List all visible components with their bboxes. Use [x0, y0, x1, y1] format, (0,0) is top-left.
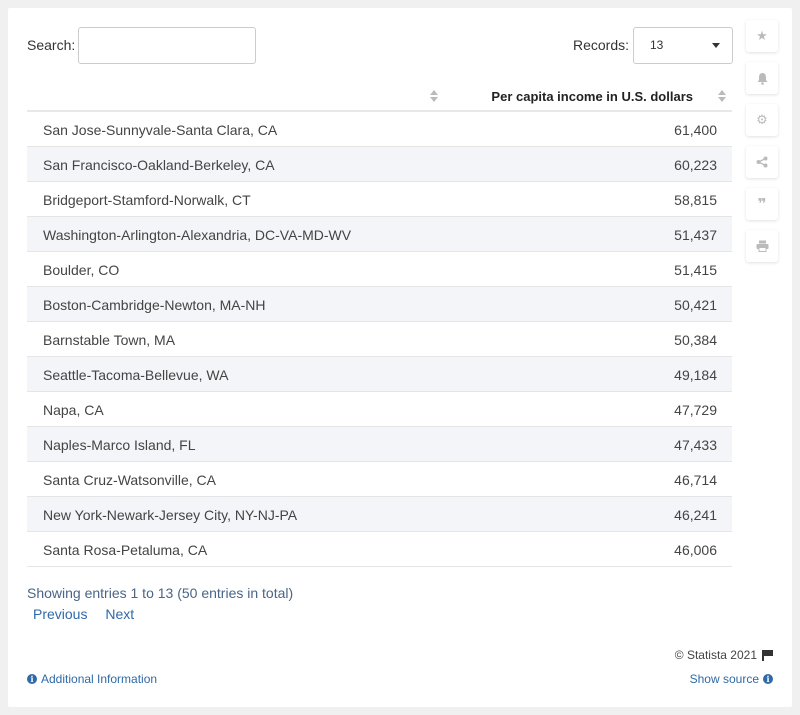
cell-metro-area: Boston-Cambridge-Newton, MA-NH — [43, 297, 266, 313]
sort-column-1-button[interactable] — [430, 89, 438, 103]
table-row: Seattle-Tacoma-Bellevue, WA 49,184 — [27, 357, 732, 392]
table-row: Naples-Marco Island, FL 47,433 — [27, 427, 732, 462]
sort-icon — [430, 89, 438, 103]
info-icon: i — [763, 674, 773, 684]
side-toolbar: ★ ⚙ ❞ — [746, 20, 778, 272]
bell-icon — [757, 72, 767, 85]
cell-income: 46,714 — [674, 472, 717, 488]
records-value: 13 — [650, 38, 664, 52]
table-row: Boston-Cambridge-Newton, MA-NH 50,421 — [27, 287, 732, 322]
quote-icon: ❞ — [757, 195, 767, 213]
gear-icon: ⚙ — [756, 112, 768, 128]
share-button[interactable] — [746, 146, 778, 178]
print-button[interactable] — [746, 230, 778, 262]
cell-metro-area: New York-Newark-Jersey City, NY-NJ-PA — [43, 507, 298, 523]
cell-metro-area: Boulder, CO — [43, 262, 120, 278]
cell-metro-area: Barnstable Town, MA — [43, 332, 176, 348]
cite-button[interactable]: ❞ — [746, 188, 778, 220]
pagination: Previous Next — [33, 606, 148, 622]
data-table: Per capita income in U.S. dollars San Jo… — [27, 80, 732, 567]
cell-income: 47,729 — [674, 402, 717, 418]
cell-income: 51,437 — [674, 227, 717, 243]
table-row: San Jose-Sunnyvale-Santa Clara, CA 61,400 — [27, 112, 732, 147]
table-body: San Jose-Sunnyvale-Santa Clara, CA 61,400… — [27, 112, 732, 567]
next-button[interactable]: Next — [105, 606, 134, 622]
cell-metro-area: Bridgeport-Stamford-Norwalk, CT — [43, 192, 251, 208]
statistic-card: Search: Records: 13 Per capita income in… — [8, 8, 792, 707]
cell-income: 51,415 — [674, 262, 717, 278]
table-header: Per capita income in U.S. dollars — [27, 80, 732, 112]
table-row: Boulder, CO 51,415 — [27, 252, 732, 287]
cell-metro-area: San Jose-Sunnyvale-Santa Clara, CA — [43, 122, 278, 138]
table-row: San Francisco-Oakland-Berkeley, CA 60,223 — [27, 147, 732, 182]
favorite-button[interactable]: ★ — [746, 20, 778, 52]
table-row: Washington-Arlington-Alexandria, DC-VA-M… — [27, 217, 732, 252]
table-row: Bridgeport-Stamford-Norwalk, CT 58,815 — [27, 182, 732, 217]
records-label: Records: — [573, 37, 630, 53]
chevron-down-icon — [712, 43, 720, 48]
cell-income: 46,006 — [674, 542, 717, 558]
additional-information-link[interactable]: i Additional Information — [27, 672, 157, 686]
cell-income: 58,815 — [674, 192, 717, 208]
cell-metro-area: Seattle-Tacoma-Bellevue, WA — [43, 367, 229, 383]
search-label: Search: — [27, 37, 76, 53]
search-input[interactable] — [78, 27, 256, 64]
print-icon — [756, 240, 768, 252]
column-header-income[interactable]: Per capita income in U.S. dollars — [491, 89, 693, 104]
cell-income: 49,184 — [674, 367, 717, 383]
cell-income: 50,384 — [674, 332, 717, 348]
cell-metro-area: Santa Cruz-Watsonville, CA — [43, 472, 216, 488]
notification-button[interactable] — [746, 62, 778, 94]
cell-income: 46,241 — [674, 507, 717, 523]
table-row: New York-Newark-Jersey City, NY-NJ-PA 46,… — [27, 497, 732, 532]
previous-button[interactable]: Previous — [33, 606, 87, 622]
table-row: Napa, CA 47,729 — [27, 392, 732, 427]
cell-income: 60,223 — [674, 157, 717, 173]
cell-income: 50,421 — [674, 297, 717, 313]
cell-metro-area: Napa, CA — [43, 402, 104, 418]
show-source-link[interactable]: Show source i — [690, 672, 773, 686]
cell-metro-area: Naples-Marco Island, FL — [43, 437, 196, 453]
copyright: © Statista 2021 — [675, 648, 773, 662]
sort-column-2-button[interactable] — [718, 89, 726, 103]
table-row: Barnstable Town, MA 50,384 — [27, 322, 732, 357]
copyright-text: © Statista 2021 — [674, 648, 757, 662]
show-source-label: Show source — [689, 672, 759, 686]
settings-button[interactable]: ⚙ — [746, 104, 778, 136]
star-icon: ★ — [756, 28, 768, 44]
sort-icon — [718, 89, 726, 103]
entries-info: Showing entries 1 to 13 (50 entries in t… — [27, 585, 294, 601]
cell-income: 47,433 — [674, 437, 717, 453]
records-select[interactable]: 13 — [633, 27, 733, 64]
additional-information-label: Additional Information — [41, 672, 158, 686]
cell-metro-area: Washington-Arlington-Alexandria, DC-VA-M… — [43, 227, 352, 243]
cell-metro-area: San Francisco-Oakland-Berkeley, CA — [43, 157, 275, 173]
table-row: Santa Rosa-Petaluma, CA 46,006 — [27, 532, 732, 567]
share-icon — [756, 156, 768, 168]
flag-icon[interactable] — [762, 649, 773, 661]
cell-metro-area: Santa Rosa-Petaluma, CA — [43, 542, 208, 558]
cell-income: 61,400 — [674, 122, 717, 138]
table-row: Santa Cruz-Watsonville, CA 46,714 — [27, 462, 732, 497]
info-icon: i — [27, 674, 37, 684]
